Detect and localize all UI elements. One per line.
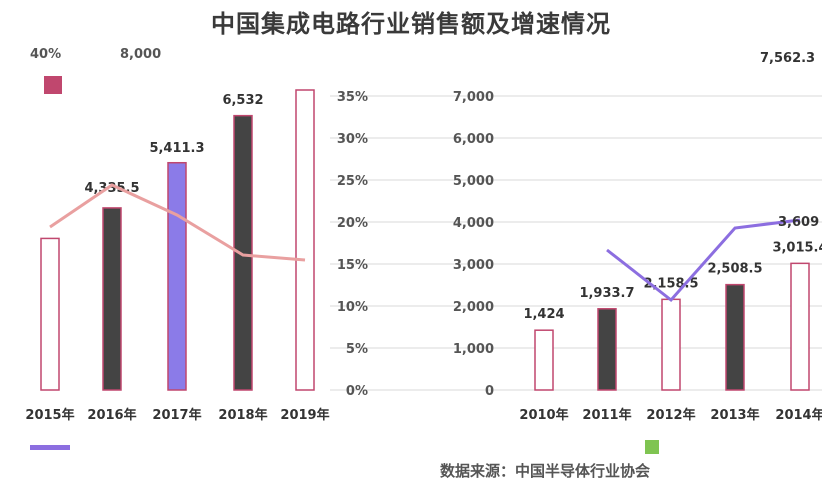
y-tick-label: 7,000 <box>453 90 494 105</box>
y-tick-label: 1,000 <box>453 342 494 357</box>
source-note: 数据来源：中国半导体行业协会 <box>440 462 651 480</box>
pct-tick-label: 35% <box>337 90 368 105</box>
bar <box>167 161 187 391</box>
pct-tick-label: 10% <box>337 300 368 315</box>
pct-tick-label: 0% <box>346 384 368 399</box>
x-tick-label: 2013年 <box>710 407 759 423</box>
bar <box>790 262 810 391</box>
y-tick-label: 4,000 <box>453 216 494 231</box>
x-tick-label: 2017年 <box>152 407 201 423</box>
pct-tick-label: 40% <box>30 47 61 62</box>
bar <box>40 237 60 391</box>
pct-tick-label: 20% <box>337 216 368 231</box>
x-tick-label: 2011年 <box>582 407 631 423</box>
bar-value-label: 1,424 <box>523 307 564 322</box>
y-tick-label: 6,000 <box>453 132 494 147</box>
bar <box>725 283 745 391</box>
y-tick-label: 3,000 <box>453 258 494 273</box>
x-tick-label: 2012年 <box>646 407 695 423</box>
y-tick-label: 8,000 <box>120 47 161 62</box>
bar-value-label: 6,532 <box>222 93 263 108</box>
chart-canvas: 0% 5% 10% 15% 20% 25% 30% 35% 0 1,000 2,000 3,000 4,… <box>25 47 822 423</box>
bar <box>597 308 617 391</box>
y-tick-label: 5,000 <box>453 174 494 189</box>
x-tick-label: 2018年 <box>218 407 267 423</box>
x-tick-label: 2015年 <box>25 407 74 423</box>
pct-tick-label: 5% <box>346 342 368 357</box>
pct-tick-label: 25% <box>337 174 368 189</box>
y-tick-label: 2,000 <box>453 300 494 315</box>
bar-value-label: 5,411.3 <box>149 141 204 156</box>
corner-value-label: 7,562.3 <box>760 51 815 66</box>
x-tick-label: 2016年 <box>87 407 136 423</box>
trend-line <box>606 218 801 303</box>
bar <box>534 329 554 391</box>
x-tick-label: 2019年 <box>280 407 329 423</box>
y-tick-label: 0 <box>485 384 494 399</box>
x-tick-label: 2014年 <box>775 407 822 423</box>
pct-tick-label: 15% <box>337 258 368 273</box>
bar-value-label: 2,508.5 <box>707 262 762 277</box>
bar <box>295 89 315 391</box>
bar <box>661 298 681 391</box>
pct-tick-label: 30% <box>337 132 368 147</box>
bar-value-label: 1,933.7 <box>579 286 634 301</box>
x-tick-label: 2010年 <box>519 407 568 423</box>
line-end-label: 3,609 <box>778 215 819 230</box>
bar-value-label: 3,015.4 <box>772 240 822 255</box>
bar <box>102 207 122 391</box>
